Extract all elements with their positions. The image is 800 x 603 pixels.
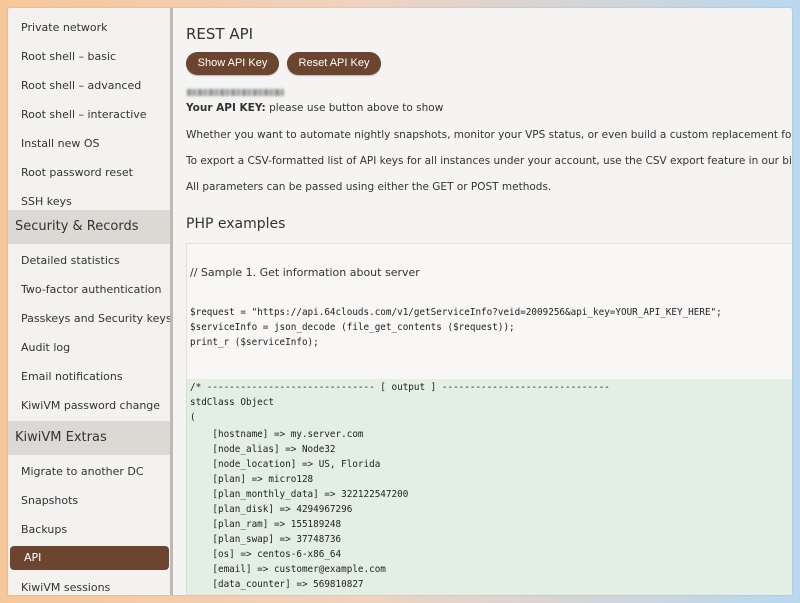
output-line: [email] => customer@example.com bbox=[190, 564, 386, 575]
output-line: [plan] => micro128 bbox=[190, 474, 314, 485]
sidebar-item-install-os[interactable]: Install new OS bbox=[8, 130, 170, 158]
code-line: $serviceInfo = json_decode (file_get_con… bbox=[190, 322, 515, 333]
output-line: [plan_swap] => 37748736 bbox=[190, 534, 342, 545]
sidebar-item-api[interactable]: API bbox=[10, 546, 169, 570]
api-key-hint: please use button above to show bbox=[265, 102, 444, 114]
sidebar-item-backups[interactable]: Backups bbox=[8, 516, 170, 544]
sidebar-item-root-password-reset[interactable]: Root password reset bbox=[8, 159, 170, 187]
sidebar-item-root-shell-advanced[interactable]: Root shell – advanced bbox=[8, 72, 170, 100]
output-line: [plan_disk] => 4294967296 bbox=[190, 504, 353, 515]
page-title: REST API bbox=[186, 25, 254, 43]
sidebar-item-migrate[interactable]: Migrate to another DC bbox=[8, 458, 170, 486]
csv-export-paragraph: To export a CSV-formatted list of API ke… bbox=[186, 155, 792, 167]
methods-paragraph: All parameters can be passed using eithe… bbox=[186, 181, 552, 193]
output-line: [plan_monthly_data] => 322122547200 bbox=[190, 489, 409, 500]
kiwivm-window: Private network Root shell – basic Root … bbox=[8, 8, 792, 595]
output-line: ( bbox=[190, 412, 196, 423]
sidebar-item-root-shell-interactive[interactable]: Root shell – interactive bbox=[8, 101, 170, 129]
api-key-label: Your API KEY: bbox=[186, 102, 266, 114]
sidebar-item-email-notifications[interactable]: Email notifications bbox=[8, 363, 170, 391]
output-panel: /* ------------------------------ [ outp… bbox=[186, 379, 792, 595]
sidebar: Private network Root shell – basic Root … bbox=[8, 8, 173, 595]
sidebar-item-private-network[interactable]: Private network bbox=[8, 14, 170, 42]
intro-paragraph: Whether you want to automate nightly sna… bbox=[186, 129, 792, 141]
php-examples-heading: PHP examples bbox=[186, 216, 286, 232]
code-sample-panel: // Sample 1. Get information about serve… bbox=[186, 243, 792, 386]
output-line: [plan_ram] => 155189248 bbox=[190, 519, 342, 530]
sample-comment: // Sample 1. Get information about serve… bbox=[190, 266, 420, 279]
sidebar-section-extras[interactable]: KiwiVM Extras bbox=[8, 421, 172, 455]
output-line: /* ------------------------------ [ outp… bbox=[190, 382, 610, 393]
output-line: stdClass Object bbox=[190, 397, 274, 408]
output-line: [hostname] => my.server.com bbox=[190, 429, 364, 440]
api-key-line: Your API KEY: please use button above to… bbox=[186, 102, 443, 114]
sidebar-item-kiwivm-sessions[interactable]: KiwiVM sessions bbox=[8, 574, 170, 595]
sidebar-item-password-change[interactable]: KiwiVM password change bbox=[8, 392, 170, 420]
code-line: print_r ($serviceInfo); bbox=[190, 337, 319, 348]
sidebar-item-passkeys[interactable]: Passkeys and Security keys bbox=[8, 305, 172, 333]
output-line: [data_counter] => 569810827 bbox=[190, 579, 364, 590]
sidebar-item-root-shell-basic[interactable]: Root shell – basic bbox=[8, 43, 170, 71]
redacted-key-preview bbox=[187, 89, 284, 96]
sidebar-item-detailed-statistics[interactable]: Detailed statistics bbox=[8, 247, 170, 275]
reset-api-key-button[interactable]: Reset API Key bbox=[287, 52, 381, 75]
sidebar-section-security[interactable]: Security & Records bbox=[8, 210, 172, 244]
output-line: [node_location] => US, Florida bbox=[190, 459, 381, 470]
code-line: $request = "https://api.64clouds.com/v1/… bbox=[190, 307, 722, 318]
output-line: [os] => centos-6-x86_64 bbox=[190, 549, 342, 560]
main-content: REST API Show API Key Reset API Key Your… bbox=[186, 8, 792, 595]
show-api-key-button[interactable]: Show API Key bbox=[186, 52, 279, 75]
sidebar-item-audit-log[interactable]: Audit log bbox=[8, 334, 170, 362]
sidebar-item-snapshots[interactable]: Snapshots bbox=[8, 487, 170, 515]
sidebar-item-two-factor[interactable]: Two-factor authentication bbox=[8, 276, 170, 304]
sidebar-scrollbar[interactable] bbox=[170, 8, 173, 595]
output-line: [node_alias] => Node32 bbox=[190, 444, 336, 455]
